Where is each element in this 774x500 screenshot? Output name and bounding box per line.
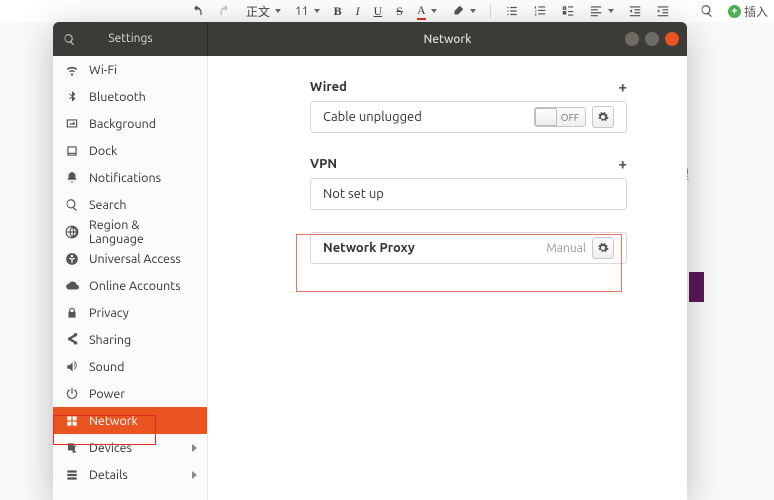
checklist-icon[interactable] bbox=[561, 4, 575, 18]
bluetooth-icon bbox=[65, 90, 79, 104]
chevron-right-icon bbox=[192, 471, 197, 479]
add-wired-button[interactable]: + bbox=[619, 78, 627, 95]
sidebar-item-dock[interactable]: Dock bbox=[53, 137, 207, 164]
vpn-title-label: VPN bbox=[310, 157, 337, 171]
proxy-panel[interactable]: Network Proxy Manual bbox=[310, 232, 627, 264]
network-icon bbox=[65, 414, 79, 428]
bullet-list-icon[interactable] bbox=[505, 4, 519, 18]
window-controls bbox=[625, 22, 679, 56]
sidebar-item-label: Dock bbox=[89, 144, 117, 158]
sidebar: Wi-Fi Bluetooth Background Dock Notification… bbox=[53, 56, 208, 500]
outdent-icon[interactable] bbox=[628, 4, 642, 18]
background-block bbox=[689, 272, 704, 302]
sidebar-item-label: Online Accounts bbox=[89, 279, 181, 293]
bell-icon bbox=[65, 171, 79, 185]
wired-settings-button[interactable] bbox=[592, 106, 614, 128]
settings-window: Settings Network Wi-Fi Bluetooth Backgroun… bbox=[53, 22, 687, 500]
font-color-icon[interactable]: A bbox=[417, 3, 437, 20]
sidebar-item-power[interactable]: Power bbox=[53, 380, 207, 407]
content-area: Wired + Cable unplugged OFF bbox=[208, 56, 687, 500]
add-vpn-button[interactable]: + bbox=[619, 155, 627, 172]
titlebar: Settings Network bbox=[53, 22, 687, 56]
sidebar-item-notifications[interactable]: Notifications bbox=[53, 164, 207, 191]
universal-icon bbox=[65, 252, 79, 266]
bold-icon[interactable]: B bbox=[334, 4, 342, 19]
sidebar-item-label: Privacy bbox=[89, 306, 129, 320]
paragraph-style-dropdown[interactable]: 正文 bbox=[246, 3, 281, 20]
wired-toggle[interactable]: OFF bbox=[534, 107, 586, 127]
sidebar-item-label: Wi-Fi bbox=[89, 63, 117, 77]
sidebar-item-sound[interactable]: Sound bbox=[53, 353, 207, 380]
vpn-section-title: VPN + bbox=[310, 155, 627, 172]
sound-icon bbox=[65, 360, 79, 374]
page-title: Network bbox=[208, 33, 687, 46]
sidebar-item-search[interactable]: Search bbox=[53, 191, 207, 218]
sidebar-item-details[interactable]: Details bbox=[53, 461, 207, 488]
close-button[interactable] bbox=[665, 32, 679, 46]
vpn-panel: Not set up bbox=[310, 178, 627, 210]
sidebar-item-label: Network bbox=[89, 414, 138, 428]
sidebar-item-network[interactable]: Network bbox=[53, 407, 207, 434]
wifi-icon bbox=[65, 63, 79, 77]
editor-toolbar: 正文 11 B I U S A +插入 bbox=[0, 0, 774, 22]
find-icon[interactable] bbox=[700, 4, 714, 18]
vpn-status: Not set up bbox=[323, 187, 384, 201]
sidebar-item-bluetooth[interactable]: Bluetooth bbox=[53, 83, 207, 110]
font-size-dropdown[interactable]: 11 bbox=[295, 5, 320, 18]
italic-icon[interactable]: I bbox=[356, 4, 360, 19]
cloud-icon bbox=[65, 279, 79, 293]
sidebar-search-button[interactable] bbox=[53, 22, 208, 56]
insert-button[interactable]: +插入 bbox=[728, 3, 768, 20]
strike-icon[interactable]: S bbox=[396, 4, 403, 19]
sidebar-item-label: Sharing bbox=[89, 333, 131, 347]
share-icon bbox=[65, 333, 79, 347]
sidebar-item-label: Details bbox=[89, 468, 128, 482]
sidebar-item-label: Power bbox=[89, 387, 125, 401]
gear-icon bbox=[597, 111, 609, 123]
details-icon bbox=[65, 468, 79, 482]
sidebar-item-online-accounts[interactable]: Online Accounts bbox=[53, 272, 207, 299]
indent-icon[interactable] bbox=[656, 4, 670, 18]
sidebar-item-label: Background bbox=[89, 117, 156, 131]
background-icon bbox=[65, 117, 79, 131]
sidebar-item-label: Devices bbox=[89, 441, 132, 455]
maximize-button[interactable] bbox=[645, 32, 659, 46]
search-icon bbox=[65, 198, 79, 212]
wired-panel: Cable unplugged OFF bbox=[310, 101, 627, 133]
proxy-label: Network Proxy bbox=[323, 241, 415, 255]
dock-icon bbox=[65, 144, 79, 158]
chevron-right-icon bbox=[192, 444, 197, 452]
sidebar-item-region-language[interactable]: Region & Language bbox=[53, 218, 207, 245]
redo-icon[interactable] bbox=[218, 4, 232, 18]
sidebar-item-label: Search bbox=[89, 198, 127, 212]
sidebar-item-label: Bluetooth bbox=[89, 90, 146, 104]
undo-icon[interactable] bbox=[190, 4, 204, 18]
sidebar-item-wi-fi[interactable]: Wi-Fi bbox=[53, 56, 207, 83]
wired-title-label: Wired bbox=[310, 80, 347, 94]
sidebar-item-label: Notifications bbox=[89, 171, 161, 185]
power-icon bbox=[65, 387, 79, 401]
sidebar-item-universal-access[interactable]: Universal Access bbox=[53, 245, 207, 272]
minimize-button[interactable] bbox=[625, 32, 639, 46]
number-list-icon[interactable] bbox=[533, 4, 547, 18]
sidebar-item-label: Region & Language bbox=[89, 218, 195, 246]
underline-icon[interactable]: U bbox=[374, 4, 383, 19]
wired-status: Cable unplugged bbox=[323, 110, 422, 124]
gear-icon bbox=[597, 242, 609, 254]
highlight-icon[interactable] bbox=[451, 4, 476, 18]
sidebar-item-devices[interactable]: Devices bbox=[53, 434, 207, 461]
align-icon[interactable] bbox=[589, 4, 614, 18]
globe-icon bbox=[65, 225, 79, 239]
sidebar-item-label: Sound bbox=[89, 360, 124, 374]
sidebar-item-label: Universal Access bbox=[89, 252, 181, 266]
proxy-settings-button[interactable] bbox=[592, 237, 614, 259]
proxy-mode: Manual bbox=[546, 242, 586, 255]
devices-icon bbox=[65, 441, 79, 455]
wired-section-title: Wired + bbox=[310, 78, 627, 95]
sidebar-item-privacy[interactable]: Privacy bbox=[53, 299, 207, 326]
sidebar-item-sharing[interactable]: Sharing bbox=[53, 326, 207, 353]
sidebar-item-background[interactable]: Background bbox=[53, 110, 207, 137]
lock-icon bbox=[65, 306, 79, 320]
